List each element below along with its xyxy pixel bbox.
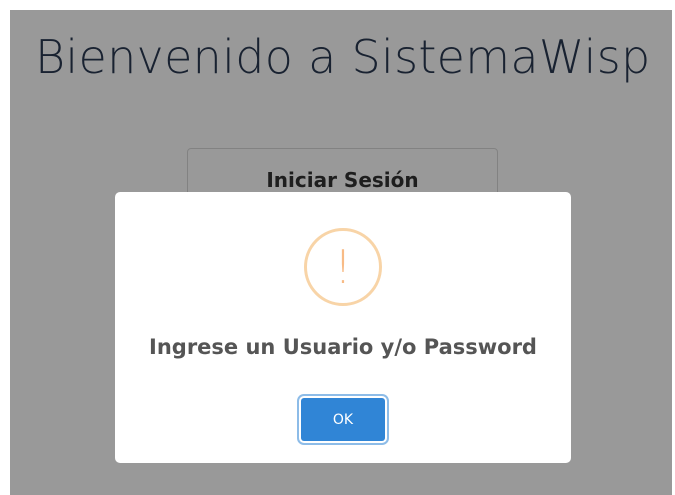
exclamation-mark: !: [333, 240, 353, 294]
ok-button[interactable]: OK: [301, 398, 385, 441]
alert-dialog: ! Ingrese un Usuario y/o Password OK: [115, 192, 571, 463]
alert-message: Ingrese un Usuario y/o Password: [149, 335, 537, 359]
warning-icon: !: [304, 228, 382, 306]
